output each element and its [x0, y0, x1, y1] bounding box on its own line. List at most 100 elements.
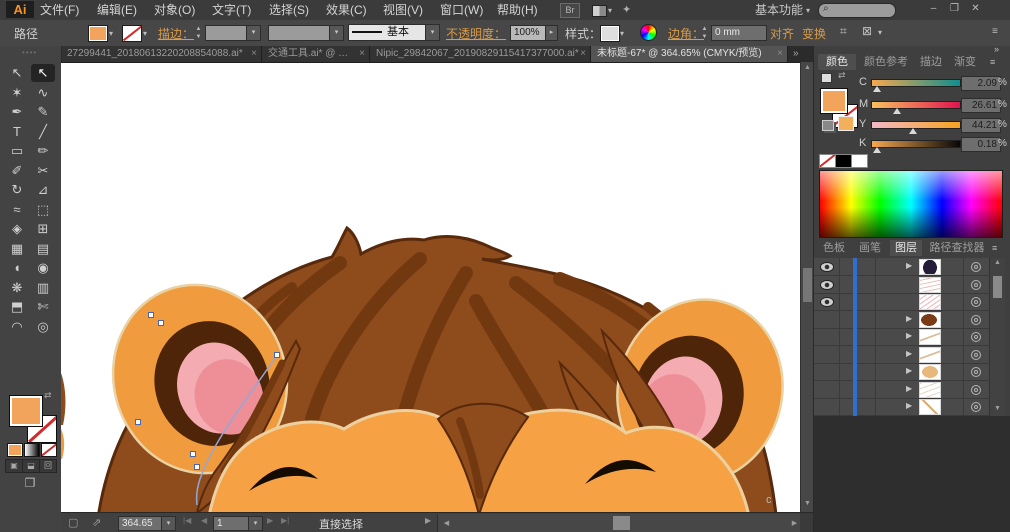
tab-gradient[interactable]: 渐变 [950, 54, 980, 70]
document-tab[interactable]: 27299441_20180613220208854088.ai*× [61, 46, 262, 62]
in-gamut-swatch[interactable] [838, 116, 854, 131]
document-tab-active[interactable]: 未标题-67* @ 364.65% (CMYK/预览)× [591, 46, 788, 62]
horizontal-scrollbar[interactable]: ◀ ▶ [437, 514, 801, 532]
zoom-level-field[interactable]: 364.65 [118, 516, 166, 531]
tab-close-icon[interactable]: × [359, 46, 365, 62]
tab-close-icon[interactable]: × [251, 46, 257, 62]
pencil-tool[interactable]: ✐ [5, 162, 29, 180]
first-artboard-icon[interactable]: |◀ [183, 516, 191, 525]
scissors-tool[interactable]: ✂ [31, 162, 55, 180]
color-mode-button[interactable] [7, 443, 23, 457]
expand-icon[interactable]: ▶ [906, 401, 912, 410]
width-profile-dropdown-icon[interactable]: ▾ [329, 25, 344, 41]
curvature-tool[interactable]: ✎ [31, 103, 55, 121]
status-expand-icon[interactable]: ▶ [425, 516, 431, 525]
arrange-documents-dropdown-icon[interactable]: ▾ [608, 6, 612, 15]
anchor-point[interactable] [275, 353, 280, 358]
eye-icon[interactable] [820, 280, 834, 290]
opacity-dropdown-icon[interactable]: ▸ [545, 25, 558, 41]
yellow-value-field[interactable]: 44.21 [961, 118, 1001, 133]
lion-artwork[interactable]: c [61, 63, 800, 513]
tab-overflow-icon[interactable]: » [793, 48, 799, 59]
target-icon[interactable] [971, 280, 981, 290]
menu-type[interactable]: 文字(T) [210, 0, 253, 20]
brush-dropdown-icon[interactable]: ▾ [425, 24, 440, 41]
artboard-field[interactable]: 1 [213, 516, 253, 531]
corner-stepper[interactable]: ▲▼ [700, 25, 709, 41]
color-panel-menu-icon[interactable]: ≡ [990, 57, 995, 67]
transform-options-dropdown-icon[interactable]: ▾ [878, 28, 882, 37]
workspace-dropdown-icon[interactable]: ▾ [806, 6, 810, 15]
width-profile-dropdown[interactable] [268, 25, 336, 41]
layer-thumbnail[interactable] [919, 329, 941, 345]
anchor-point[interactable] [191, 452, 196, 457]
target-icon[interactable] [971, 332, 981, 342]
eye-icon[interactable] [820, 297, 834, 307]
layers-scroll-thumb[interactable] [993, 276, 1002, 298]
gradient-mode-button[interactable] [24, 443, 40, 457]
toolbar-grip[interactable]: •••• [22, 48, 37, 57]
style-swatch[interactable] [600, 25, 620, 42]
corner-link[interactable]: 边角： [668, 25, 704, 42]
tab-color-guide[interactable]: 颜色参考 [860, 54, 912, 70]
target-icon[interactable] [971, 385, 981, 395]
white-swatch[interactable] [851, 154, 868, 168]
document-tab[interactable]: 交通工具.ai* @ …× [262, 46, 370, 62]
draw-behind-button[interactable]: ⬓ [22, 459, 40, 473]
minimize-button[interactable]: – [925, 2, 942, 16]
pen-tool[interactable]: ✒ [5, 103, 29, 121]
search-box[interactable]: ⌕ [818, 3, 896, 18]
blend-tool[interactable]: ◉ [31, 259, 55, 277]
artboard-tool[interactable]: ⬒ [5, 298, 29, 316]
tab-pathfinder[interactable]: 路径查找器 [926, 240, 988, 256]
free-transform-tool[interactable]: ⬚ [31, 201, 55, 219]
status-widget-icon[interactable]: ▢ [68, 516, 78, 529]
menu-window[interactable]: 窗口(W) [438, 0, 485, 20]
tab-close-icon[interactable]: × [777, 46, 783, 62]
stroke-weight-stepper[interactable]: ▲▼ [194, 25, 203, 41]
edge-artwork-sliver[interactable] [61, 429, 64, 459]
next-artboard-icon[interactable]: ▶ [267, 516, 273, 525]
target-icon[interactable] [971, 402, 981, 412]
restore-button[interactable]: ❐ [946, 2, 963, 16]
color-spectrum[interactable] [819, 170, 1003, 238]
magic-wand-tool[interactable]: ✶ [5, 84, 29, 102]
target-icon[interactable] [971, 367, 981, 377]
last-artboard-icon[interactable]: ▶| [281, 516, 289, 525]
tab-close-icon[interactable]: × [580, 46, 586, 62]
transform-link[interactable]: 变换 [802, 25, 826, 42]
brush-definition-dropdown[interactable]: 基本 [348, 24, 432, 41]
recolor-artwork-icon[interactable] [640, 24, 657, 41]
layer-thumbnail[interactable] [919, 347, 941, 363]
expand-icon[interactable]: ▶ [906, 349, 912, 358]
draw-normal-button[interactable]: ▣ [5, 459, 23, 473]
layer-thumbnail[interactable] [919, 294, 941, 310]
width-tool[interactable]: ≈ [5, 201, 29, 219]
anchor-point[interactable] [159, 321, 164, 326]
symbol-sprayer-tool[interactable]: ❋ [5, 279, 29, 297]
mesh-tool[interactable]: ▦ [5, 240, 29, 258]
rectangle-tool[interactable]: ▭ [5, 142, 29, 160]
zoom-tool[interactable]: ◎ [31, 318, 55, 336]
layers-panel-menu-icon[interactable]: ≡ [992, 243, 997, 253]
magenta-slider[interactable] [871, 101, 961, 109]
anchor-point[interactable] [195, 465, 200, 470]
layer-row[interactable]: ▶ [814, 398, 1004, 416]
black-value-field[interactable]: 0.18 [961, 137, 1001, 152]
style-dropdown-icon[interactable]: ▾ [620, 29, 624, 38]
swap-fill-stroke-icon[interactable]: ⇄ [44, 390, 52, 401]
layer-row[interactable] [814, 276, 1004, 294]
menu-help[interactable]: 帮助(H) [495, 0, 540, 20]
type-tool[interactable]: T [5, 123, 29, 141]
control-panel-menu-icon[interactable]: ≡ [992, 26, 998, 37]
paintbrush-tool[interactable]: ✏ [31, 142, 55, 160]
screen-mode-button[interactable]: ❐ [20, 476, 40, 491]
bridge-button[interactable]: Br [560, 3, 580, 18]
draw-inside-button[interactable]: 回 [39, 459, 57, 473]
free-distort-icon[interactable]: ⊠ [862, 24, 872, 38]
shape-builder-tool[interactable]: ◈ [5, 220, 29, 238]
layer-thumbnail[interactable] [919, 259, 941, 275]
magenta-value-field[interactable]: 26.61 [961, 98, 1001, 113]
direct-selection-tool[interactable]: ↖ [31, 64, 55, 82]
layer-thumbnail[interactable] [919, 312, 941, 328]
